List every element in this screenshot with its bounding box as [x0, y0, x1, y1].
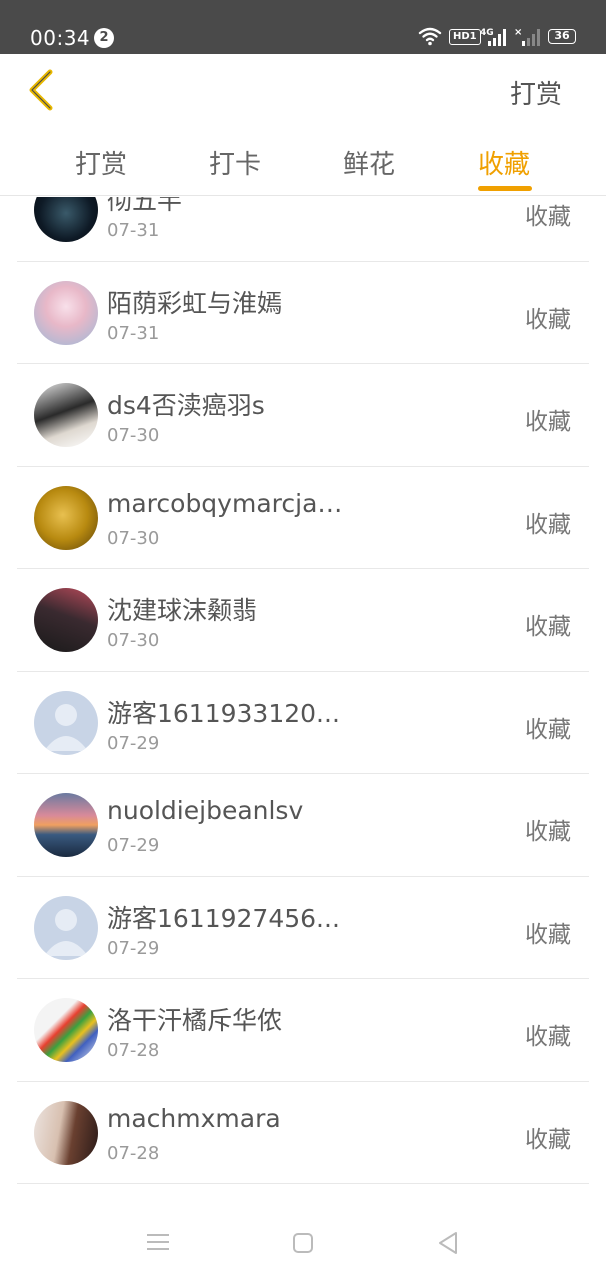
default-user-icon	[44, 703, 88, 751]
item-action-label: 收藏	[525, 716, 571, 743]
item-action-label: 收藏	[525, 819, 571, 845]
list-item[interactable]: 陌荫彩虹与淮嫣 07-31 收藏	[17, 262, 589, 364]
header-reward-button[interactable]: 打赏	[510, 74, 562, 111]
item-date: 07-28	[107, 1040, 160, 1061]
tab-flowers[interactable]: 鲜花	[343, 144, 395, 181]
avatar	[34, 998, 98, 1062]
item-date: 07-30	[107, 527, 160, 549]
status-bar: 00:34 2 HD1 4G × 36	[0, 0, 606, 54]
svg-text:×: ×	[514, 27, 522, 38]
avatar	[34, 895, 98, 960]
list-item[interactable]: 沈建球沫颡翡 07-30 收藏	[17, 569, 589, 672]
avatar	[34, 485, 98, 550]
item-action-label: 收藏	[525, 1126, 571, 1153]
tab-reward[interactable]: 打赏	[75, 144, 127, 181]
list-item[interactable]: machmxmara 07-28 收藏	[17, 1082, 589, 1184]
tab-bar: 打赏 打卡 鲜花 收藏	[0, 126, 606, 196]
item-date: 07-31	[107, 322, 160, 344]
avatar	[34, 690, 98, 755]
default-user-icon	[44, 908, 88, 956]
favorites-list[interactable]: 彻五半 07-31 收藏 陌荫彩虹与淮嫣 07-31 收藏 ds4否渎癌羽s 0…	[0, 197, 606, 1190]
tab-favorites[interactable]: 收藏	[478, 144, 530, 181]
avatar	[34, 793, 98, 857]
back-chevron-icon[interactable]	[22, 68, 62, 112]
signal-empty-icon: ×	[514, 27, 540, 46]
hd-network-icon: HD1	[449, 29, 481, 45]
item-date: 07-28	[107, 1142, 160, 1164]
item-date: 07-30	[107, 425, 160, 446]
user-name: nuoldiejbeanlsv	[107, 796, 304, 825]
battery-icon: 36	[548, 29, 576, 44]
list-item[interactable]: ds4否渎癌羽s 07-30 收藏	[17, 364, 589, 467]
tab-checkin[interactable]: 打卡	[209, 144, 261, 181]
user-name: 游客1611933120...	[107, 698, 340, 728]
list-item[interactable]: 彻五半 07-31 收藏	[17, 197, 589, 262]
notification-badge: 2	[94, 28, 114, 48]
home-square-icon[interactable]	[292, 1232, 314, 1254]
item-date: 07-29	[107, 835, 160, 856]
user-name: 游客1611927456...	[107, 903, 340, 933]
item-date: 07-29	[107, 937, 160, 959]
user-name: 洛干汗橘斥华侬	[107, 1006, 283, 1035]
avatar	[34, 1100, 98, 1165]
user-name: marcobqymarcjaf...	[107, 488, 347, 518]
item-action-label: 收藏	[525, 409, 571, 435]
item-action-label: 收藏	[525, 1024, 571, 1050]
header: 打赏	[0, 54, 606, 126]
item-action-label: 收藏	[525, 204, 571, 230]
list-item[interactable]: 洛干汗橘斥华侬 07-28 收藏	[17, 979, 589, 1082]
active-tab-indicator	[478, 186, 532, 191]
avatar	[34, 383, 98, 447]
user-name: 彻五半	[107, 197, 183, 215]
item-action-label: 收藏	[525, 921, 571, 948]
item-action-label: 收藏	[525, 306, 571, 333]
item-action-label: 收藏	[525, 614, 571, 640]
list-item[interactable]: marcobqymarcjaf... 07-30 收藏	[17, 467, 589, 569]
list-item[interactable]: 游客1611927456... 07-29 收藏	[17, 877, 589, 979]
signal-4g-icon: 4G	[480, 28, 506, 46]
user-name: 陌荫彩虹与淮嫣	[107, 288, 283, 318]
menu-icon[interactable]	[146, 1232, 170, 1252]
user-name: ds4否渎癌羽s	[107, 391, 265, 420]
avatar	[34, 197, 98, 242]
back-triangle-icon[interactable]	[436, 1230, 460, 1256]
item-date: 07-31	[107, 220, 160, 241]
user-name: 沈建球沫颡翡	[107, 596, 258, 625]
item-date: 07-29	[107, 732, 160, 754]
user-name: machmxmara	[107, 1103, 281, 1133]
list-item[interactable]: nuoldiejbeanlsv 07-29 收藏	[17, 774, 589, 877]
system-nav-bar	[0, 1190, 606, 1280]
list-item[interactable]: 游客1611933120... 07-29 收藏	[17, 672, 589, 774]
item-action-label: 收藏	[525, 511, 571, 538]
avatar	[34, 280, 98, 345]
svg-text:4G: 4G	[480, 28, 494, 38]
wifi-icon	[418, 27, 442, 46]
avatar	[34, 588, 98, 652]
item-date: 07-30	[107, 630, 160, 651]
status-time: 00:34	[30, 26, 91, 50]
